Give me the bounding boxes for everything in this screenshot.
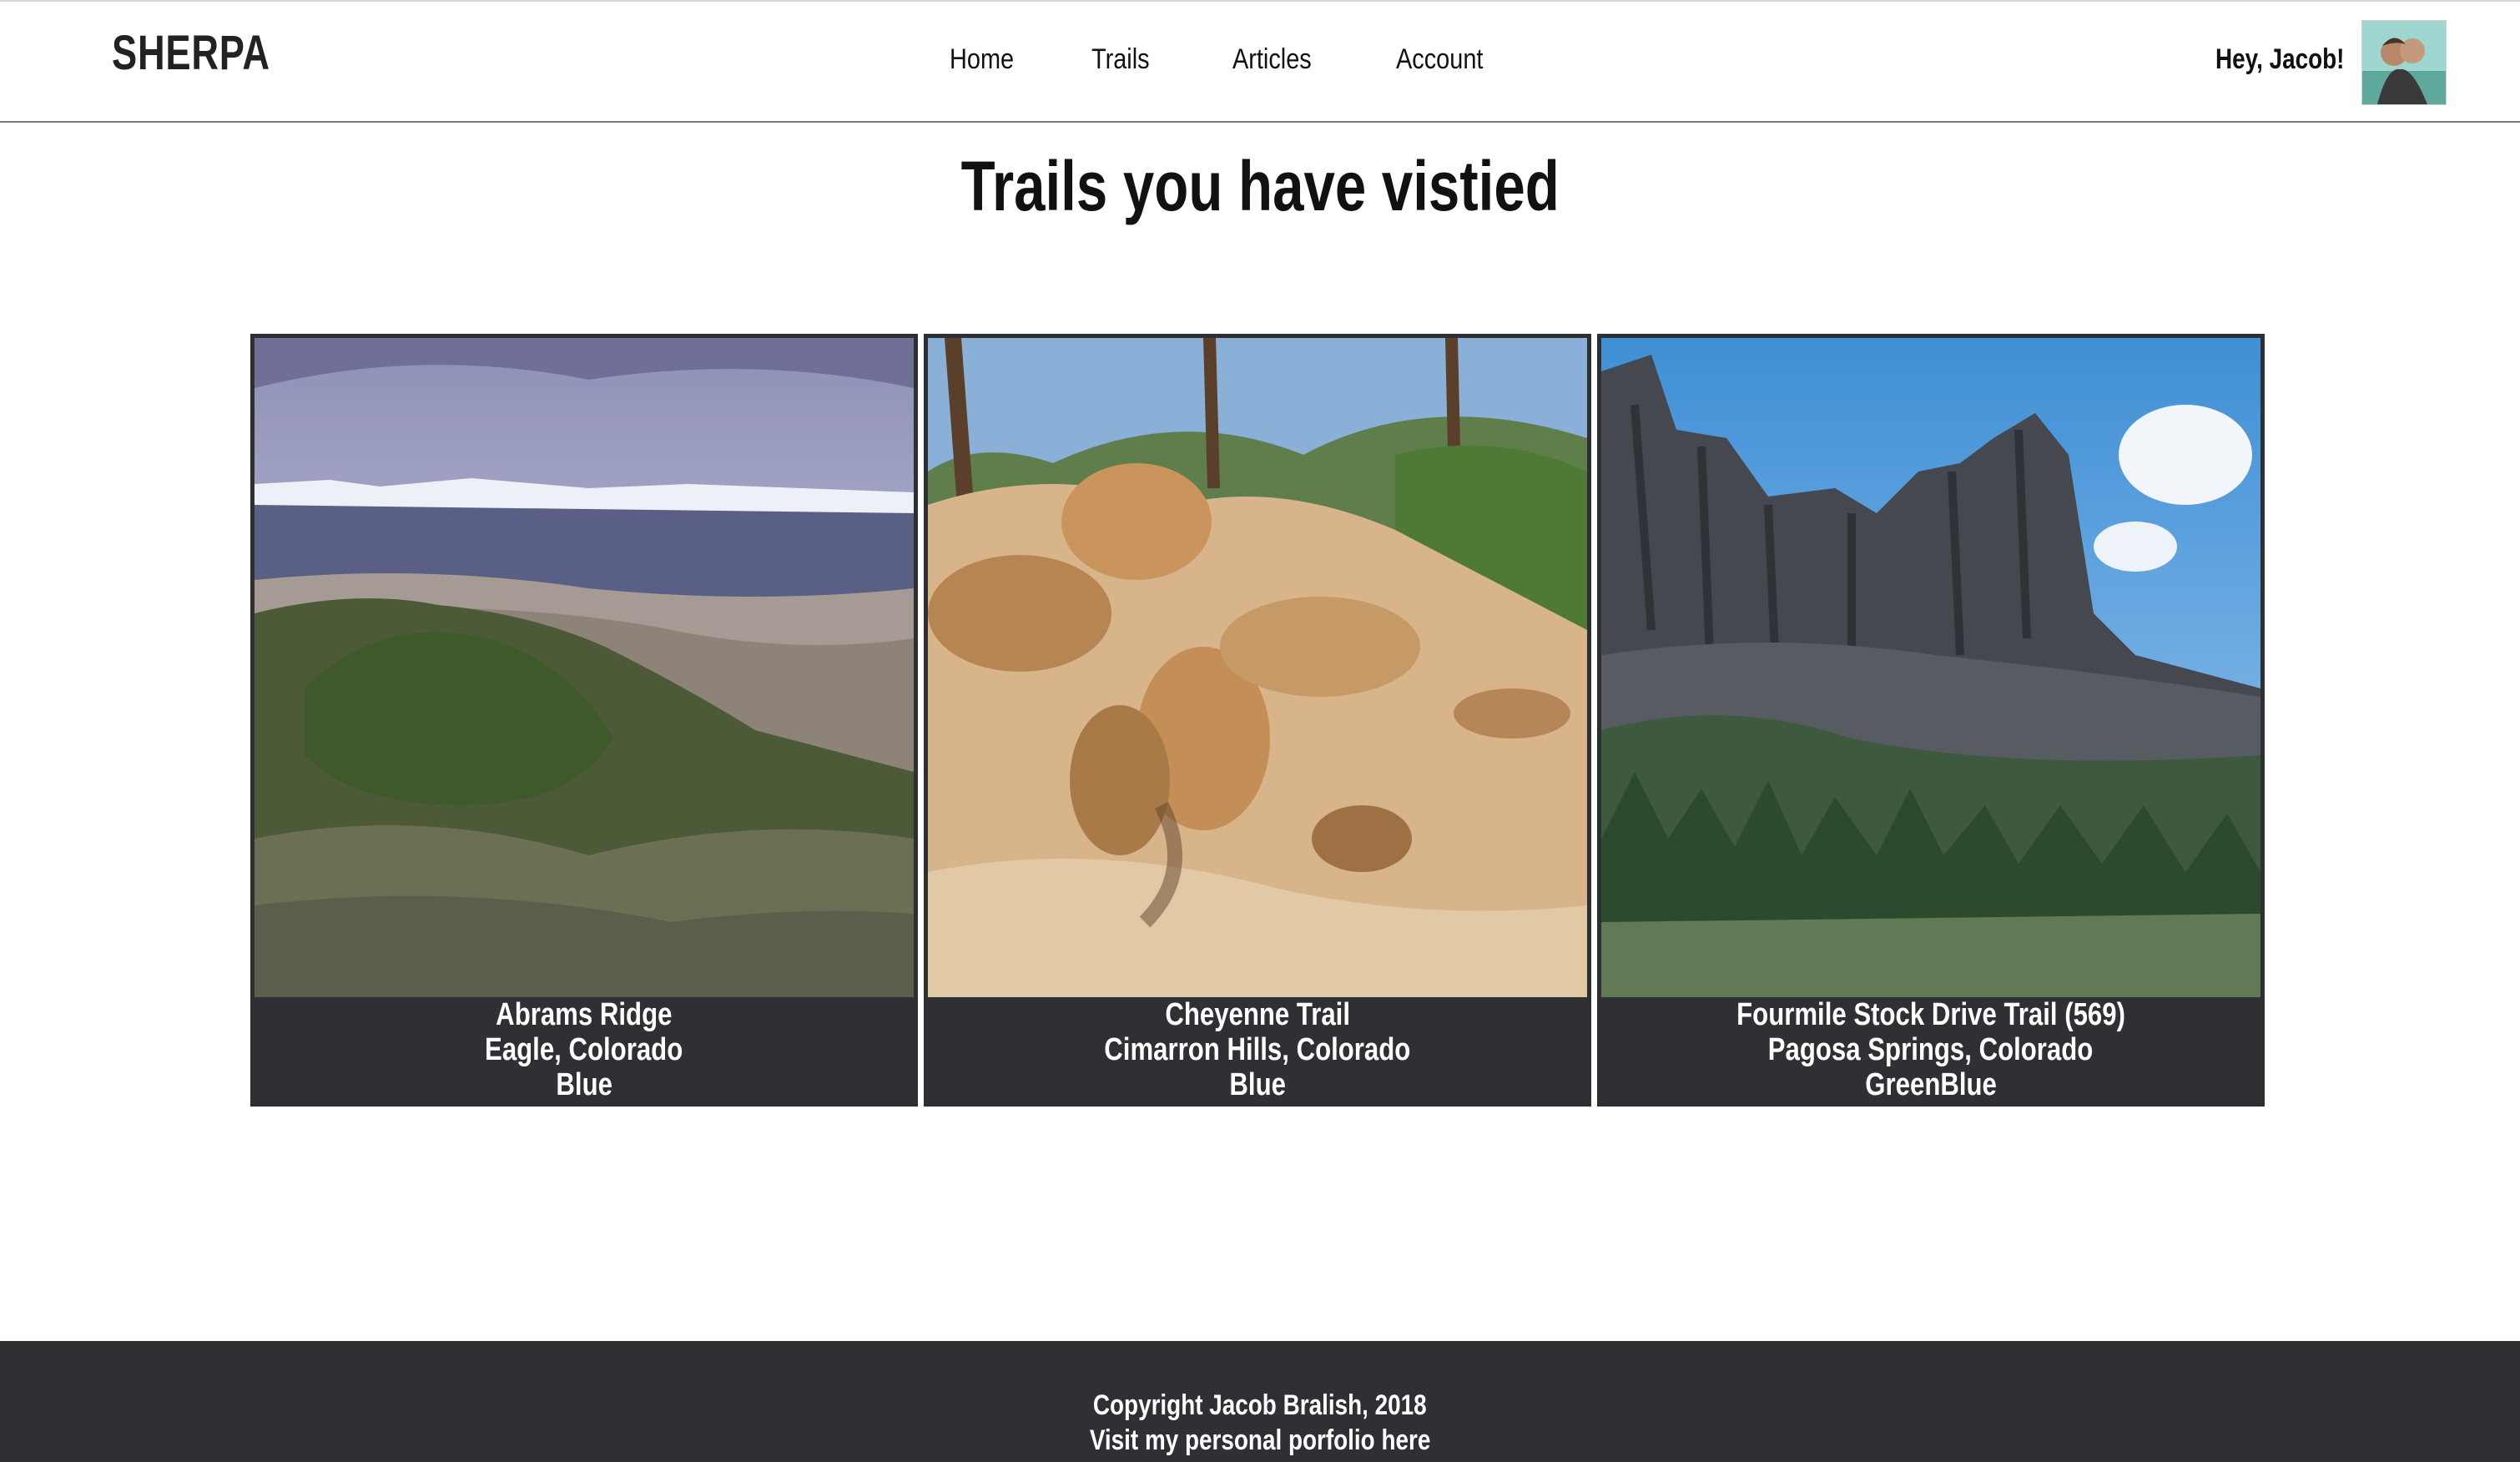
trail-photo [928, 338, 1587, 997]
site-logo[interactable]: SHERPA [112, 25, 270, 81]
portfolio-link[interactable]: Visit my personal porfolio here [0, 1424, 2520, 1457]
trail-card[interactable]: Abrams Ridge Eagle, Colorado Blue [250, 334, 918, 1107]
nav-articles[interactable]: Articles [1232, 43, 1312, 76]
trail-card[interactable]: Fourmile Stock Drive Trail (569) Pagosa … [1597, 334, 2265, 1107]
trail-difficulty: Blue [1229, 1067, 1286, 1102]
trail-name: Fourmile Stock Drive Trail (569) [1736, 997, 2125, 1032]
trail-card[interactable]: Cheyenne Trail Cimarron Hills, Colorado … [924, 334, 1591, 1107]
nav-account[interactable]: Account [1396, 43, 1483, 76]
trail-caption: Fourmile Stock Drive Trail (569) Pagosa … [1601, 997, 2260, 1102]
rocky-trail-image [928, 338, 1587, 997]
nav-trails[interactable]: Trails [1091, 43, 1150, 76]
copyright-text: Copyright Jacob Bralish, 2018 [1093, 1389, 1427, 1421]
trail-caption: Cheyenne Trail Cimarron Hills, Colorado … [928, 997, 1587, 1102]
site-footer: Copyright Jacob Bralish, 2018 Visit my p… [0, 1341, 2520, 1462]
trail-location: Cimarron Hills, Colorado [1104, 1032, 1411, 1067]
trail-cards: Abrams Ridge Eagle, Colorado Blue Cheyen… [250, 334, 2265, 1107]
user-avatar[interactable] [2361, 20, 2447, 105]
trail-caption: Abrams Ridge Eagle, Colorado Blue [255, 997, 914, 1102]
page-title: Trails you have vistied [960, 147, 1560, 225]
trail-name: Cheyenne Trail [1165, 997, 1350, 1032]
mountain-landscape-image [255, 338, 914, 997]
trail-name: Abrams Ridge [496, 997, 673, 1032]
trail-location: Pagosa Springs, Colorado [1768, 1032, 2094, 1067]
trail-difficulty: GreenBlue [1865, 1067, 1997, 1102]
trail-location: Eagle, Colorado [485, 1032, 683, 1067]
trail-photo [1601, 338, 2260, 997]
trail-photo [255, 338, 914, 997]
nav-home[interactable]: Home [950, 43, 1014, 76]
trail-difficulty: Blue [556, 1067, 612, 1102]
avatar-photo-icon [2362, 21, 2446, 104]
cliff-forest-image [1601, 338, 2260, 997]
user-greeting: Hey, Jacob! [2215, 43, 2345, 75]
site-header: SHERPA Home Trails Articles Account Hey,… [0, 2, 2520, 123]
